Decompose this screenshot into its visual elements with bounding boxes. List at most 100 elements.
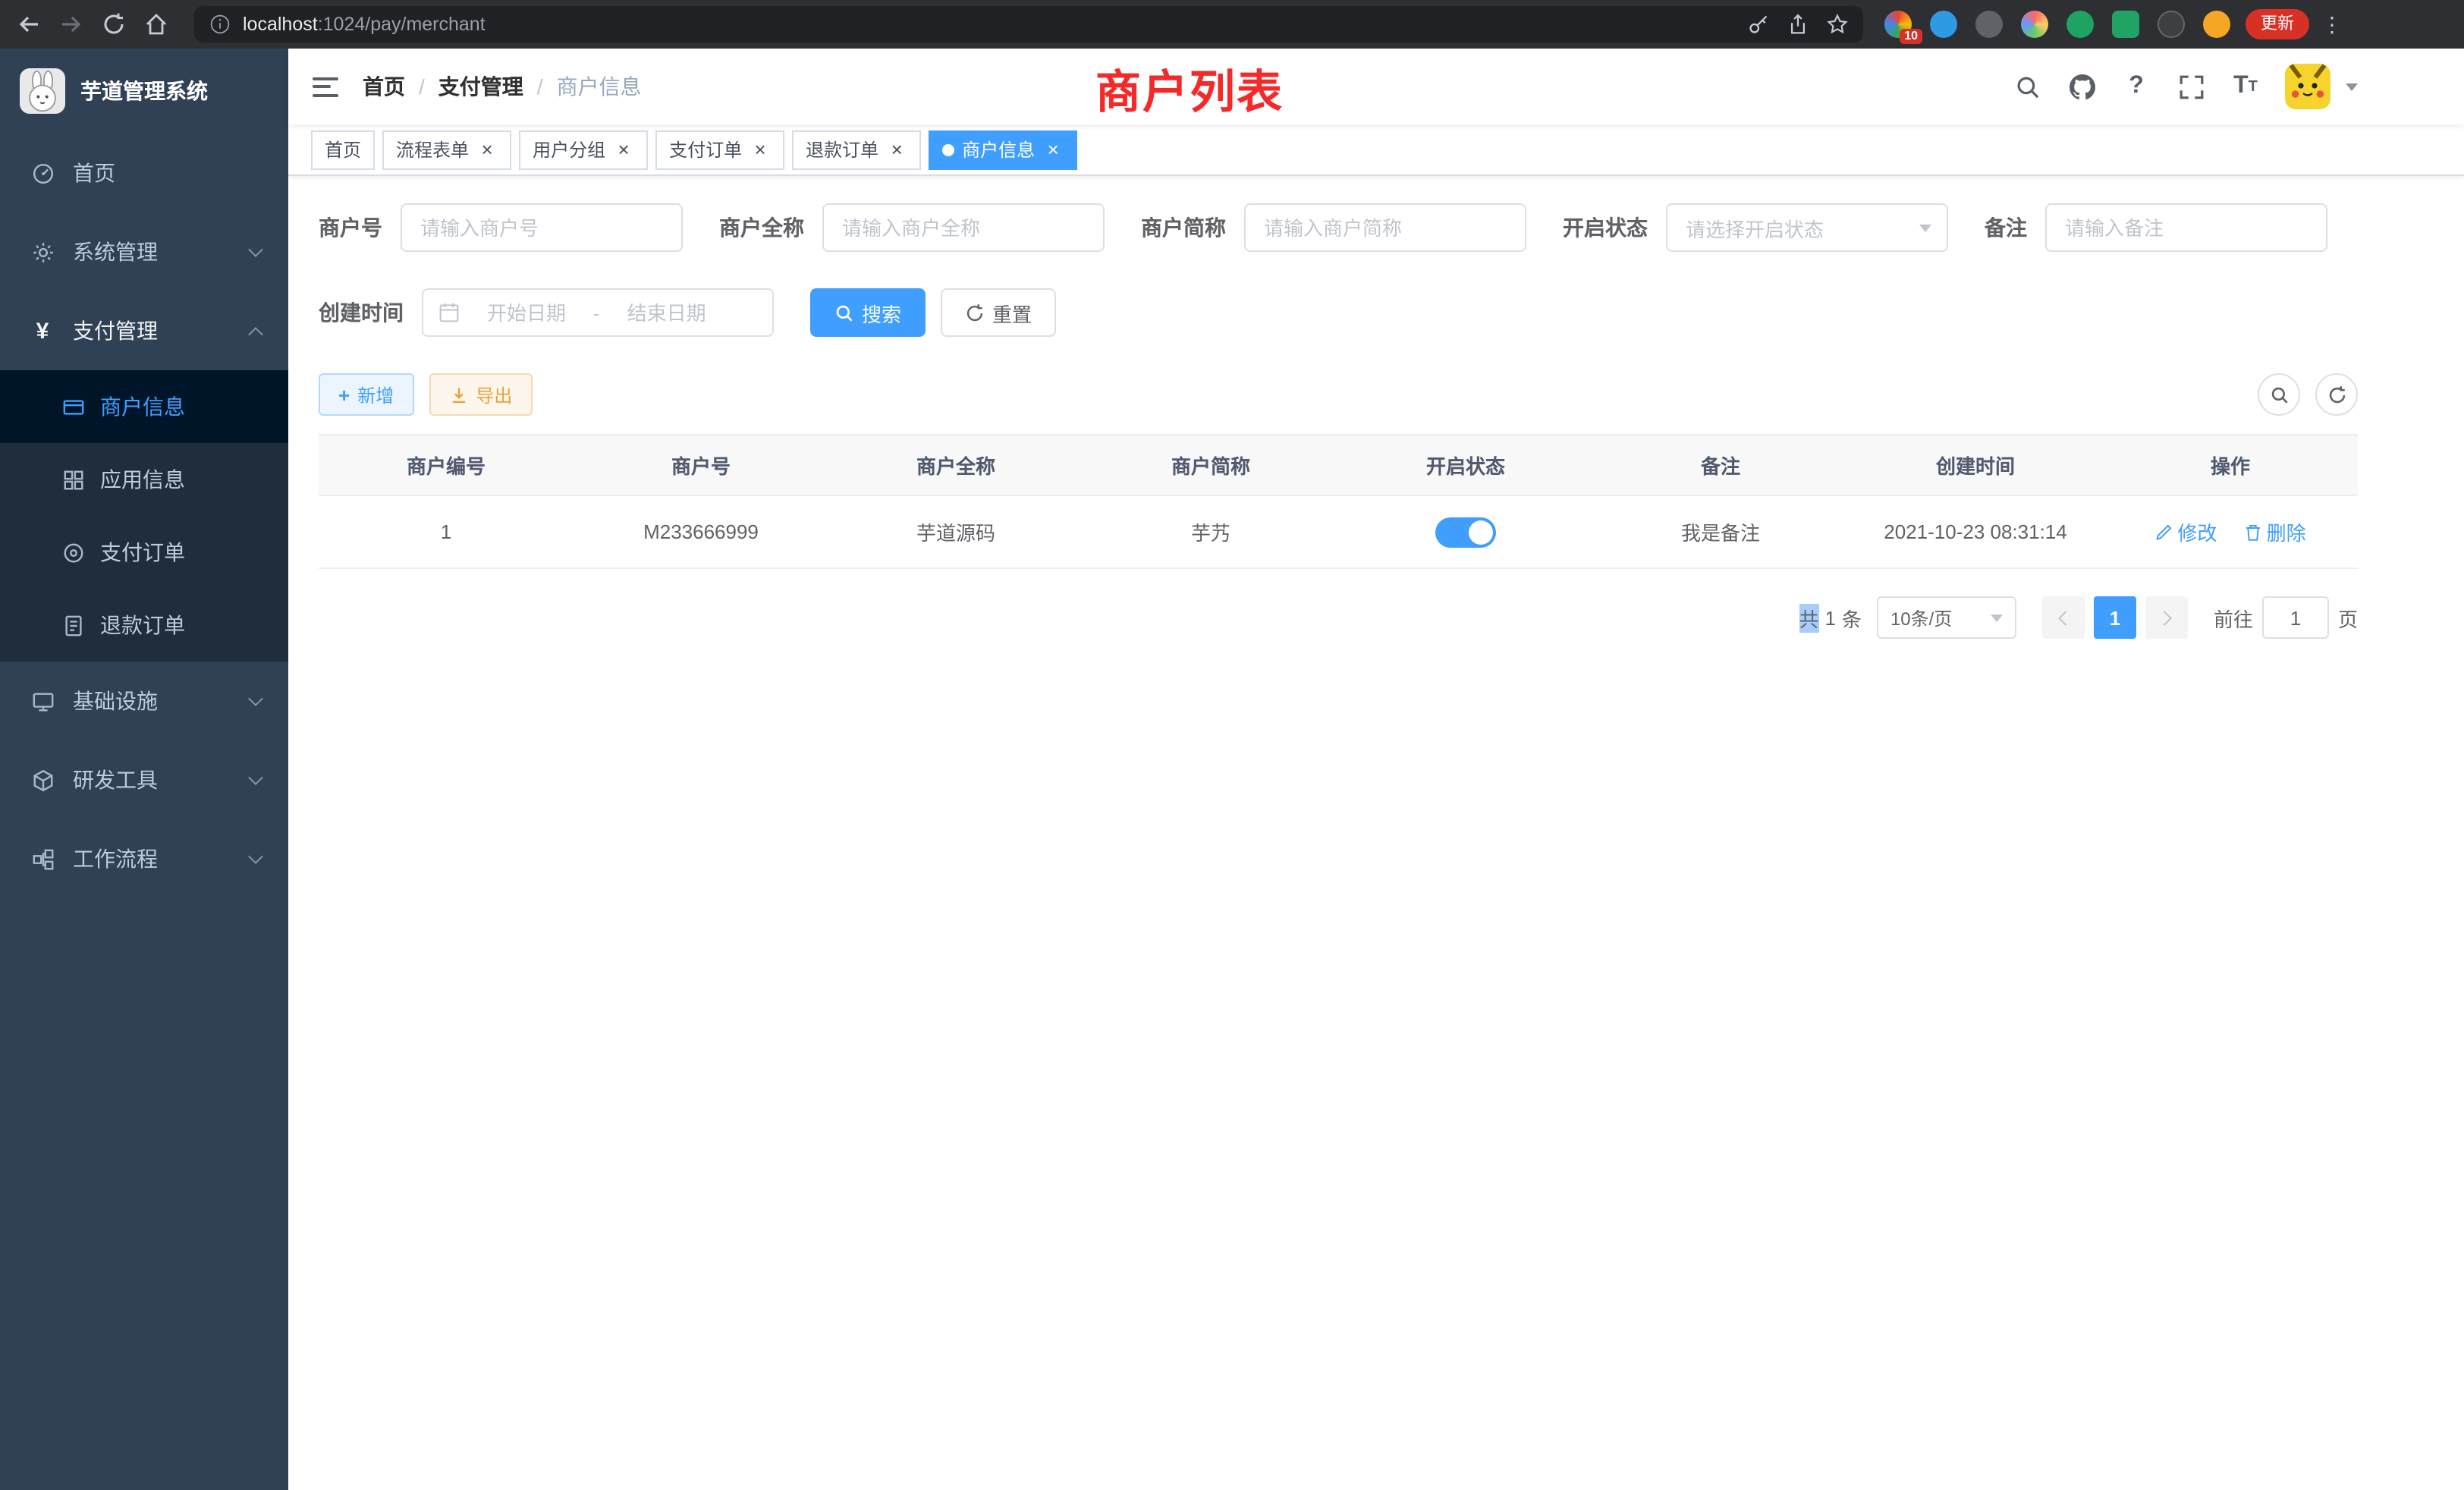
merchant-no-input[interactable]	[401, 203, 683, 252]
bookmark-star-icon[interactable]	[1827, 14, 1848, 35]
browser-menu-icon[interactable]: ⋮	[2321, 11, 2343, 37]
tab-user-group[interactable]: 用户分组×	[519, 130, 648, 169]
goto-label: 前往	[2214, 603, 2253, 632]
refresh-table-button[interactable]	[2315, 373, 2358, 416]
search-button[interactable]: 搜索	[810, 288, 926, 337]
extension-icon[interactable]: 10	[1884, 11, 1912, 38]
export-button[interactable]: 导出	[429, 373, 532, 416]
breadcrumb-payment[interactable]: 支付管理	[438, 71, 523, 102]
toolbar-right-actions	[2258, 373, 2358, 416]
browser-back-icon[interactable]	[12, 8, 46, 41]
url-bar[interactable]: localhost:1024/pay/merchant	[194, 6, 1863, 42]
close-icon[interactable]: ×	[613, 139, 634, 160]
sidebar-item-system[interactable]: 系统管理	[0, 212, 288, 291]
tab-home[interactable]: 首页	[311, 130, 375, 169]
browser-forward-icon[interactable]	[55, 8, 88, 41]
breadcrumb-separator: /	[419, 74, 425, 99]
sidebar: 芋道管理系统 首页 系统管理 ¥ 支付管理	[0, 49, 288, 1490]
extension-icon[interactable]	[1975, 11, 2003, 38]
extension-icon[interactable]	[1930, 11, 1957, 38]
col-create-time: 创建时间	[1848, 435, 2103, 495]
chevron-down-icon	[248, 690, 263, 706]
sidebar-item-pay-orders[interactable]: 支付订单	[0, 516, 288, 589]
tab-refund-orders[interactable]: 退款订单×	[792, 130, 921, 169]
sidebar-item-workflow[interactable]: 工作流程	[0, 819, 288, 898]
target-icon	[61, 540, 85, 564]
github-icon[interactable]	[2066, 71, 2097, 102]
close-icon[interactable]: ×	[750, 139, 771, 160]
edit-link[interactable]: 修改	[2154, 517, 2217, 546]
remark-input[interactable]	[2045, 203, 2327, 252]
col-full-name: 商户全称	[828, 435, 1083, 495]
top-navbar: 首页 / 支付管理 / 商户信息 ?	[288, 49, 2464, 124]
close-icon[interactable]: ×	[476, 139, 498, 160]
tab-merchant-info[interactable]: 商户信息×	[929, 130, 1077, 169]
full-name-input[interactable]	[822, 203, 1105, 252]
app-logo[interactable]: 芋道管理系统	[0, 49, 288, 134]
share-icon[interactable]	[1787, 14, 1809, 35]
avatar-dropdown-caret-icon[interactable]	[2346, 83, 2358, 90]
key-icon[interactable]	[1748, 14, 1769, 35]
cell-remark: 我是备注	[1593, 495, 1848, 568]
credit-card-icon	[61, 395, 85, 419]
short-name-input[interactable]	[1244, 203, 1526, 252]
breadcrumb-home[interactable]: 首页	[363, 71, 405, 102]
browser-reload-icon[interactable]	[97, 8, 130, 41]
extension-icon[interactable]	[2021, 11, 2048, 38]
start-date-input[interactable]	[466, 301, 587, 324]
sidebar-item-payment[interactable]: ¥ 支付管理	[0, 291, 288, 370]
cell-merchant-no: M233666999	[574, 495, 828, 568]
font-size-icon[interactable]: TT	[2230, 71, 2261, 102]
tab-pay-orders[interactable]: 支付订单×	[655, 130, 784, 169]
extension-icon[interactable]	[2158, 11, 2185, 38]
status-toggle[interactable]	[1435, 517, 1496, 547]
help-icon[interactable]: ?	[2121, 71, 2151, 102]
status-select[interactable]: 请选择开启状态	[1666, 203, 1948, 252]
prev-page-button[interactable]	[2042, 596, 2085, 639]
show-search-button[interactable]	[2258, 373, 2300, 416]
url-host: localhost	[243, 14, 318, 35]
browser-update-button[interactable]: 更新	[2246, 9, 2309, 39]
search-icon[interactable]	[2012, 71, 2042, 102]
sidebar-item-dev-tools[interactable]: 研发工具	[0, 740, 288, 819]
avatar[interactable]	[2285, 64, 2330, 109]
browser-chrome: localhost:1024/pay/merchant 10	[0, 0, 2464, 49]
extension-icon[interactable]	[2112, 11, 2139, 38]
extension-icon[interactable]	[2066, 11, 2094, 38]
table-toolbar: + 新增 导出	[319, 373, 2358, 416]
dashboard-icon	[30, 161, 55, 185]
trash-icon	[2244, 523, 2262, 541]
next-page-button[interactable]	[2145, 596, 2188, 639]
goto-page-input[interactable]	[2262, 596, 2329, 639]
gear-icon	[30, 240, 55, 264]
site-info-icon[interactable]	[209, 14, 231, 35]
annotation-merchant-list: 商户列表	[1095, 55, 1284, 121]
sidebar-toggle-icon[interactable]	[313, 77, 338, 96]
tab-flow-form[interactable]: 流程表单×	[382, 130, 511, 169]
fullscreen-icon[interactable]	[2176, 71, 2206, 102]
page-size-select[interactable]: 10条/页	[1877, 596, 2016, 639]
extension-badge: 10	[1900, 29, 1922, 44]
page-1-button[interactable]: 1	[2094, 596, 2136, 639]
sidebar-item-refund-orders[interactable]: 退款订单	[0, 589, 288, 662]
add-button[interactable]: + 新增	[319, 373, 413, 416]
reset-button[interactable]: 重置	[941, 288, 1056, 337]
box-icon	[30, 768, 55, 792]
close-icon[interactable]: ×	[1042, 139, 1064, 160]
col-short-name: 商户简称	[1083, 435, 1338, 495]
create-time-range-picker[interactable]: -	[422, 288, 774, 337]
sidebar-item-app-info[interactable]: 应用信息	[0, 443, 288, 516]
cell-full-name: 芋道源码	[828, 495, 1083, 568]
sidebar-item-home[interactable]: 首页	[0, 134, 288, 212]
close-icon[interactable]: ×	[886, 139, 907, 160]
sidebar-item-infrastructure[interactable]: 基础设施	[0, 662, 288, 740]
sidebar-item-merchant-info[interactable]: 商户信息	[0, 370, 288, 443]
delete-link[interactable]: 删除	[2244, 517, 2306, 546]
chevron-down-icon	[1991, 614, 2003, 621]
browser-home-icon[interactable]	[140, 8, 173, 41]
extension-icon[interactable]	[2203, 11, 2230, 38]
end-date-input[interactable]	[606, 301, 728, 324]
pagination-goto: 前往 页	[2214, 596, 2358, 639]
chevron-down-icon	[248, 848, 263, 863]
breadcrumb-separator: /	[537, 74, 543, 99]
